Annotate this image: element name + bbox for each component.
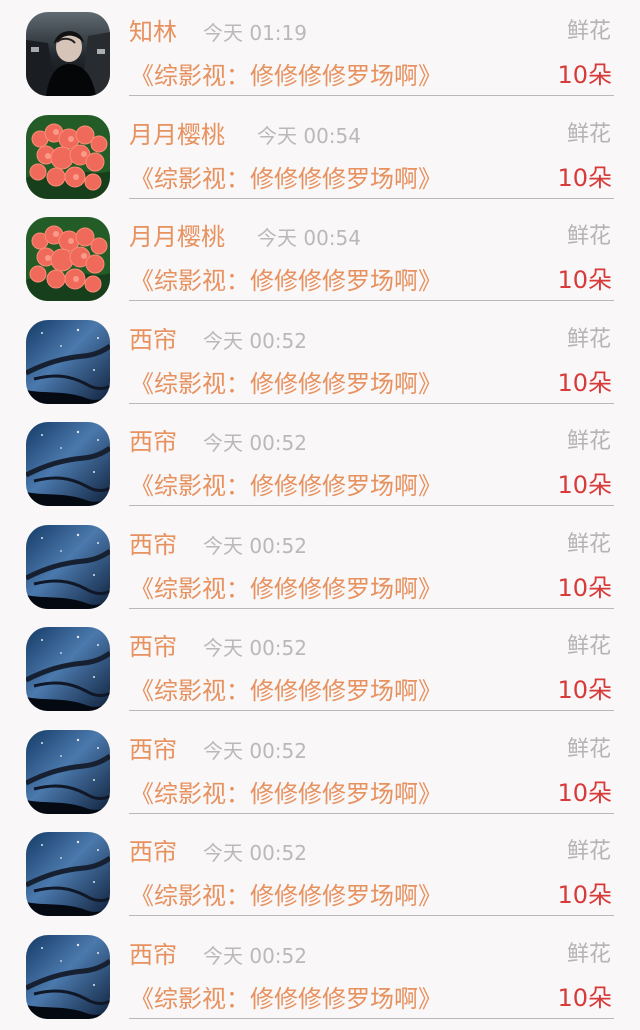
timestamp: 今天 01:19 xyxy=(203,21,307,45)
book-title[interactable]: 《综影视：修修修修罗场啊》 xyxy=(130,369,442,399)
gift-count: 10朵 xyxy=(557,266,612,294)
book-title[interactable]: 《综影视：修修修修罗场啊》 xyxy=(130,164,442,194)
gift-record-list: 知林 今天 01:19 鲜花 《综影视：修修修修罗场啊》 10朵 月月樱桃 今天… xyxy=(0,0,640,1030)
gift-count: 10朵 xyxy=(557,61,612,89)
book-title[interactable]: 《综影视：修修修修罗场啊》 xyxy=(130,471,442,501)
gift-count: 10朵 xyxy=(557,676,612,704)
timestamp: 今天 00:54 xyxy=(257,123,361,148)
night-sky-avatar-image xyxy=(26,319,110,404)
gift-count: 10朵 xyxy=(557,368,612,397)
gift-record-row[interactable]: 西帘 今天 00:52 鲜花 《综影视：修修修修罗场啊》 10朵 xyxy=(0,410,640,513)
book-title[interactable]: 《综影视：修修修修罗场啊》 xyxy=(130,574,442,604)
user-avatar[interactable] xyxy=(26,627,110,711)
book-title[interactable]: 《综影视：修修修修罗场啊》 xyxy=(130,676,442,706)
gift-record-row[interactable]: 西帘 今天 00:52 鲜花 《综影视：修修修修罗场啊》 10朵 xyxy=(0,615,640,718)
user-name[interactable]: 月月樱桃 xyxy=(129,222,225,252)
user-name[interactable]: 知林 xyxy=(129,17,177,47)
user-avatar[interactable] xyxy=(26,319,110,404)
gift-type-label: 鲜花 xyxy=(566,326,611,352)
gift-type-label: 鲜花 xyxy=(566,224,611,249)
gift-record-row[interactable]: 知林 今天 01:19 鲜花 《综影视：修修修修罗场啊》 10朵 xyxy=(0,0,640,103)
timestamp: 今天 00:52 xyxy=(203,943,307,968)
flower-avatar-image xyxy=(26,217,110,301)
gift-type-label: 鲜花 xyxy=(566,19,611,44)
user-avatar[interactable] xyxy=(26,422,110,506)
gift-record-row[interactable]: 西帘 今天 00:52 鲜花 《综影视：修修修修罗场啊》 10朵 xyxy=(0,820,640,923)
user-name[interactable]: 西帘 xyxy=(129,940,177,970)
user-name[interactable]: 西帘 xyxy=(129,837,177,867)
user-avatar[interactable] xyxy=(26,12,110,96)
timestamp: 今天 00:52 xyxy=(203,533,307,558)
user-avatar[interactable] xyxy=(26,729,110,814)
book-title[interactable]: 《综影视：修修修修罗场啊》 xyxy=(130,779,442,809)
row-divider xyxy=(129,300,614,301)
user-name[interactable]: 西帘 xyxy=(129,325,177,355)
person-avatar-image xyxy=(26,12,110,96)
row-divider xyxy=(129,505,614,506)
night-sky-avatar-image xyxy=(26,832,110,916)
night-sky-avatar-image xyxy=(26,422,110,506)
row-divider xyxy=(129,915,614,916)
timestamp: 今天 00:52 xyxy=(203,328,307,353)
row-divider xyxy=(129,1017,614,1019)
gift-type-label: 鲜花 xyxy=(566,736,611,762)
user-name[interactable]: 西帘 xyxy=(129,632,177,662)
user-name[interactable]: 月月樱桃 xyxy=(129,120,225,150)
gift-record-row[interactable]: 西帘 今天 00:52 鲜花 《综影视：修修修修罗场啊》 10朵 xyxy=(0,308,640,411)
timestamp: 今天 00:54 xyxy=(257,226,361,250)
gift-record-row[interactable]: 西帘 今天 00:52 鲜花 《综影视：修修修修罗场啊》 10朵 xyxy=(0,718,640,821)
gift-count: 10朵 xyxy=(557,573,612,602)
book-title[interactable]: 《综影视：修修修修罗场啊》 xyxy=(130,61,442,91)
gift-count: 10朵 xyxy=(557,163,612,192)
night-sky-avatar-image xyxy=(26,729,110,814)
book-title[interactable]: 《综影视：修修修修罗场啊》 xyxy=(130,266,442,296)
book-title[interactable]: 《综影视：修修修修罗场啊》 xyxy=(130,984,442,1014)
timestamp: 今天 00:52 xyxy=(203,841,307,865)
row-divider xyxy=(129,812,614,814)
gift-record-row[interactable]: 西帘 今天 00:52 鲜花 《综影视：修修修修罗场啊》 10朵 xyxy=(0,513,640,616)
gift-record-row[interactable]: 西帘 今天 00:52 鲜花 《综影视：修修修修罗场啊》 10朵 xyxy=(0,923,640,1026)
gift-type-label: 鲜花 xyxy=(566,429,611,454)
gift-count: 10朵 xyxy=(557,778,612,807)
gift-record-row[interactable]: 月月樱桃 今天 00:54 鲜花 《综影视：修修修修罗场啊》 10朵 xyxy=(0,205,640,308)
user-avatar[interactable] xyxy=(26,934,110,1019)
timestamp: 今天 00:52 xyxy=(203,636,307,660)
book-title[interactable]: 《综影视：修修修修罗场啊》 xyxy=(130,881,442,911)
user-avatar[interactable] xyxy=(26,217,110,301)
user-avatar[interactable] xyxy=(26,832,110,916)
user-name[interactable]: 西帘 xyxy=(129,530,177,560)
gift-count: 10朵 xyxy=(557,983,612,1012)
row-divider xyxy=(129,607,614,609)
row-divider xyxy=(129,95,614,96)
gift-type-label: 鲜花 xyxy=(566,941,611,967)
row-divider xyxy=(129,402,614,404)
flower-avatar-image xyxy=(26,114,110,199)
timestamp: 今天 00:52 xyxy=(203,738,307,763)
user-name[interactable]: 西帘 xyxy=(129,427,177,457)
gift-type-label: 鲜花 xyxy=(566,531,611,557)
gift-type-label: 鲜花 xyxy=(566,839,611,864)
night-sky-avatar-image xyxy=(26,627,110,711)
user-avatar[interactable] xyxy=(26,114,110,199)
gift-type-label: 鲜花 xyxy=(566,634,611,659)
timestamp: 今天 00:52 xyxy=(203,431,307,455)
night-sky-avatar-image xyxy=(26,934,110,1019)
gift-record-row[interactable]: 月月樱桃 今天 00:54 鲜花 《综影视：修修修修罗场啊》 10朵 xyxy=(0,103,640,206)
gift-count: 10朵 xyxy=(557,471,612,499)
row-divider xyxy=(129,197,614,199)
user-avatar[interactable] xyxy=(26,524,110,609)
gift-type-label: 鲜花 xyxy=(566,121,611,147)
user-name[interactable]: 西帘 xyxy=(129,735,177,765)
row-divider xyxy=(129,710,614,711)
night-sky-avatar-image xyxy=(26,524,110,609)
gift-count: 10朵 xyxy=(557,881,612,909)
